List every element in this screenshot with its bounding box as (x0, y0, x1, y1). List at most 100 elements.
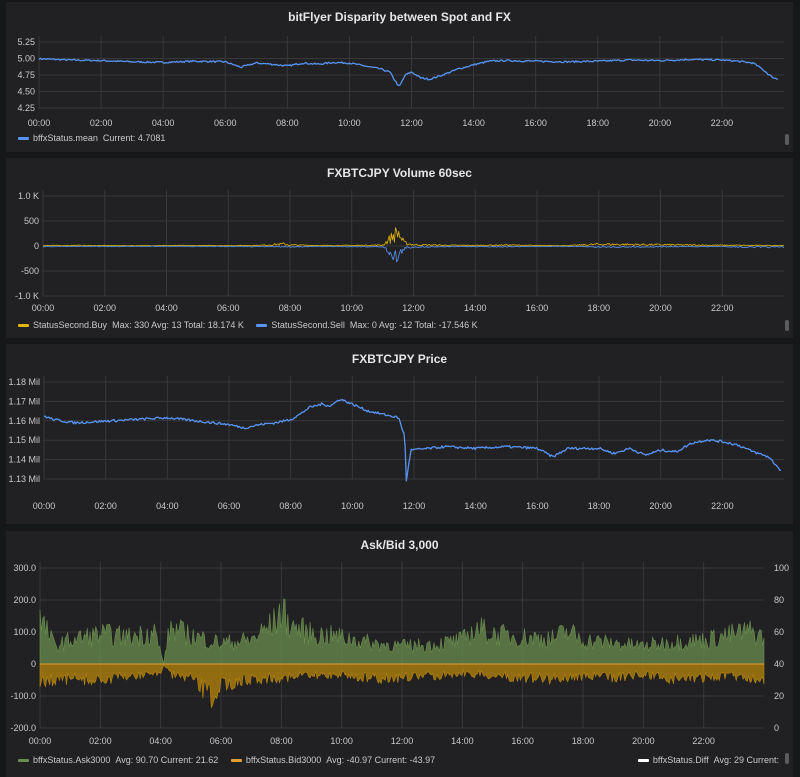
legend-series-name: bffxStatus.Bid3000 (245, 755, 322, 765)
legend-right: bffxStatus.Diff Avg: 29 Current: (637, 755, 779, 765)
y-tick-label: 4.25 (17, 103, 35, 113)
legend-item[interactable]: bffxStatus.Ask3000 Avg: 90.70 Current: 2… (18, 755, 221, 765)
x-tick-label: 12:00 (403, 501, 426, 511)
y-right-tick-label: 100 (774, 563, 789, 573)
panel-askbid: Ask/Bid 3,000 300.0 200.0 100.0 0 -100.0 -200… (6, 531, 793, 777)
legend-item[interactable]: StatusSecond.Buy Max: 330 Avg: 13 Total:… (18, 320, 246, 330)
panel-price: FXBTCJPY Price 1.18 Mil 1.17 Mil 1.16 Mil 1… (6, 344, 793, 524)
y-tick-label: 5.25 (17, 37, 35, 47)
x-tick-label: 12:00 (402, 303, 425, 313)
y-tick-label: -100.0 (10, 691, 36, 701)
x-tick-label: 18:00 (586, 118, 609, 128)
axes: 1.0 K 500 0 -500 -1.0 K 00:00 02:00 04:00 06:00 0… (15, 190, 784, 313)
legend-series-name: bffxStatus.mean (33, 133, 98, 143)
x-tick-label: 08:00 (276, 118, 299, 128)
y-tick-label: 1.14 Mil (8, 455, 40, 465)
x-tick-label: 06:00 (214, 118, 237, 128)
x-tick-label: 16:00 (526, 303, 549, 313)
x-tick-label: 18:00 (572, 736, 595, 746)
x-tick-label: 18:00 (587, 303, 610, 313)
legend-swatch (18, 759, 29, 763)
y-right-tick-label: 40 (774, 659, 784, 669)
x-tick-label: 10:00 (330, 736, 353, 746)
legend-stats: Avg: 29 Current: (713, 755, 779, 765)
legend-swatch (637, 759, 649, 763)
y-tick-label: 500 (24, 216, 39, 226)
legend-series-name: bffxStatus.Diff (652, 755, 709, 765)
legend: bffxStatus.mean Current: 4.7081 (18, 133, 175, 143)
x-tick-label: 02:00 (93, 303, 116, 313)
y-tick-label: 300.0 (13, 563, 36, 573)
legend-scrollbar[interactable] (785, 134, 789, 145)
y-tick-label: 1.17 Mil (8, 396, 40, 406)
y-right-tick-label: 80 (774, 595, 784, 605)
x-tick-label: 08:00 (270, 736, 293, 746)
panel-disparity: bitFlyer Disparity between Spot and FX 5… (6, 2, 793, 152)
x-tick-label: 16:00 (524, 118, 547, 128)
x-tick-label: 22:00 (711, 501, 734, 511)
legend-swatch (18, 324, 29, 328)
y-tick-label: 0 (34, 241, 39, 251)
y-tick-label: 1.13 Mil (8, 474, 40, 484)
x-tick-label: 22:00 (711, 303, 734, 313)
legend-swatch (230, 759, 242, 763)
legend-series-name: StatusSecond.Sell (271, 320, 345, 330)
x-tick-label: 08:00 (279, 501, 302, 511)
x-tick-label: 20:00 (649, 118, 672, 128)
y-tick-label: -1.0 K (15, 291, 39, 301)
x-tick-label: 02:00 (94, 501, 117, 511)
x-tick-label: 22:00 (692, 736, 715, 746)
x-tick-label: 00:00 (29, 736, 52, 746)
y-tick-label: 4.75 (17, 70, 35, 80)
x-tick-label: 18:00 (588, 501, 611, 511)
legend-stats: Avg: -40.97 Current: -43.97 (326, 755, 436, 765)
x-tick-label: 06:00 (218, 501, 241, 511)
x-tick-label: 04:00 (149, 736, 172, 746)
x-tick-label: 20:00 (649, 501, 672, 511)
legend-stats: Avg: 90.70 Current: 21.62 (115, 755, 219, 765)
axes: 1.18 Mil 1.17 Mil 1.16 Mil 1.15 Mil 1.14 Mil… (8, 376, 784, 511)
x-tick-label: 12:00 (400, 118, 423, 128)
x-tick-label: 20:00 (649, 303, 672, 313)
x-tick-label: 04:00 (156, 501, 179, 511)
y-tick-label: 0 (31, 659, 36, 669)
x-tick-label: 16:00 (526, 501, 549, 511)
x-tick-label: 02:00 (89, 736, 112, 746)
legend-stats: Max: 0 Avg: -12 Total: -17.546 K (349, 320, 478, 330)
x-tick-label: 04:00 (155, 303, 178, 313)
y-tick-label: -200.0 (10, 723, 36, 733)
x-tick-label: 08:00 (279, 303, 302, 313)
y-tick-label: 1.0 K (18, 191, 39, 201)
legend-item[interactable]: StatusSecond.Sell Max: 0 Avg: -12 Total:… (256, 320, 478, 330)
y-tick-label: 100.0 (13, 627, 36, 637)
legend-scrollbar[interactable] (785, 320, 789, 331)
y-tick-label: 1.15 Mil (8, 435, 40, 445)
volume-chart: 1.0 K 500 0 -500 -1.0 K 00:00 02:00 04:00 06:00 0… (15, 190, 785, 313)
x-tick-label: 14:00 (464, 303, 487, 313)
x-tick-label: 10:00 (340, 303, 363, 313)
y-tick-label: -500 (21, 266, 39, 276)
disparity-chart: 5.25 5.00 4.75 4.50 4.25 00:00 02:00 04:00 06:00… (17, 36, 784, 128)
legend-item[interactable]: bffxStatus.mean Current: 4.7081 (18, 133, 165, 143)
y-tick-label: 4.50 (17, 87, 35, 97)
x-tick-label: 02:00 (90, 118, 113, 128)
x-tick-label: 22:00 (711, 118, 734, 128)
y-right-tick-label: 20 (774, 691, 784, 701)
legend-swatch (18, 137, 29, 141)
x-tick-label: 06:00 (210, 736, 233, 746)
y-right-tick-label: 60 (774, 627, 784, 637)
line-series-0 (38, 57, 779, 87)
x-tick-label: 06:00 (217, 303, 240, 313)
legend-swatch (256, 324, 268, 328)
x-tick-label: 10:00 (341, 501, 364, 511)
legend-scrollbar[interactable] (785, 753, 789, 764)
x-tick-label: 12:00 (391, 736, 414, 746)
series (38, 57, 779, 87)
legend-item[interactable]: bffxStatus.Bid3000 Avg: -40.97 Current: … (230, 755, 436, 765)
legend-item[interactable]: bffxStatus.Diff Avg: 29 Current: (637, 755, 779, 765)
y-tick-label: 5.00 (17, 54, 35, 64)
x-tick-label: 14:00 (464, 501, 487, 511)
x-tick-label: 14:00 (462, 118, 485, 128)
y-tick-label: 1.16 Mil (8, 416, 40, 426)
x-tick-label: 10:00 (338, 118, 361, 128)
